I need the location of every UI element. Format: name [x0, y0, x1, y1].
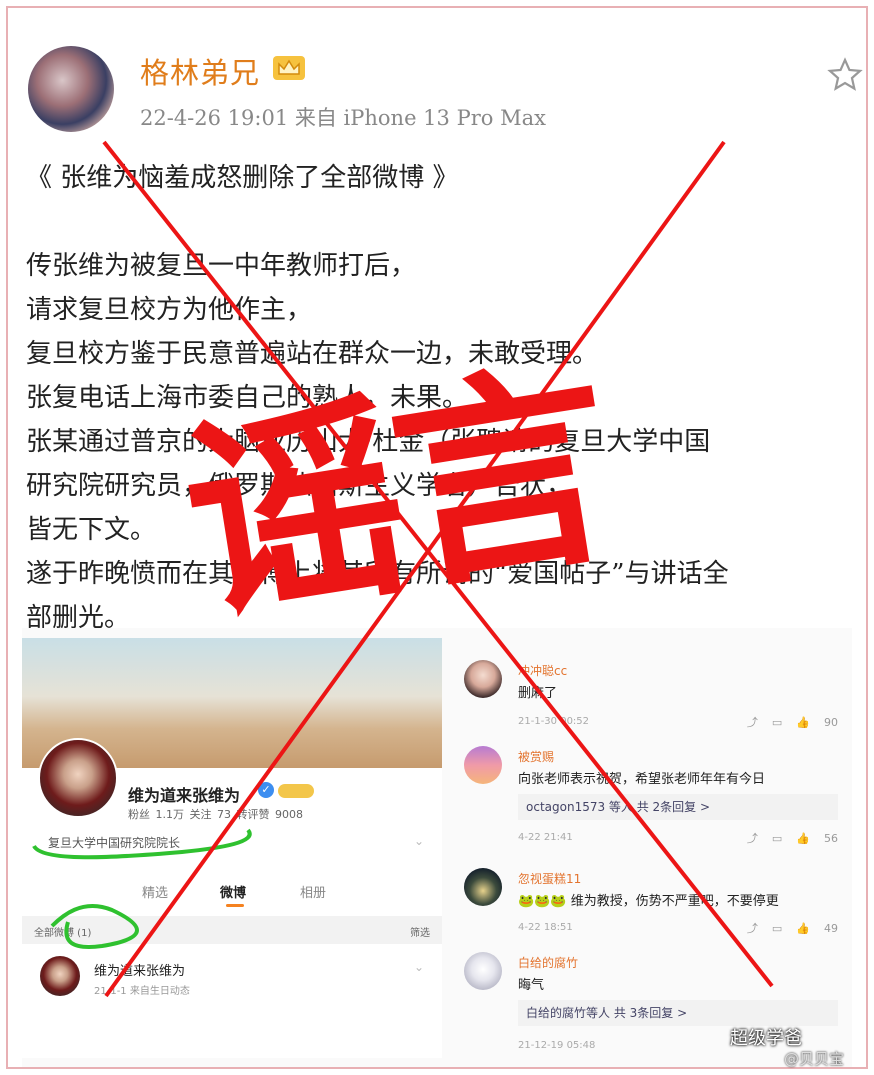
commenter-name[interactable]: 冲冲聪cc	[518, 662, 567, 679]
comment: 忽视蛋糕11 🐸🐸🐸 维为教授，伤势不严重吧，不要停更 4-22 18:51 ⤴…	[458, 868, 852, 948]
green-annotation	[32, 828, 252, 949]
comment-actions: ⤴ ▭ 👍 90	[733, 714, 838, 730]
commenter-avatar[interactable]	[464, 660, 502, 698]
comment: 冲冲聪cc 删麻了 21-1-30 00:52 ⤴ ▭ 👍 90	[458, 660, 852, 740]
commenter-avatar[interactable]	[464, 952, 502, 990]
verify-icon: ✓	[258, 782, 274, 798]
comment-text: 删麻了	[518, 686, 558, 701]
commenter-avatar[interactable]	[464, 746, 502, 784]
profile-avatar[interactable]	[38, 738, 118, 818]
feed-item-time: 21-1-1 来自生日动态	[94, 986, 190, 997]
comment-time: 4-22 18:51	[518, 922, 573, 933]
post-line: 传张维为被复旦一中年教师打后，	[26, 251, 417, 281]
embedded-screenshot: 维为道来张维为 ✓ 粉丝 1.1万 关注 73 转评赞 9008 复旦大学中国研…	[22, 628, 852, 1067]
reply-summary[interactable]: 白给的腐竹等人 共 3条回复 >	[518, 1000, 838, 1026]
reply-summary[interactable]: octagon1573 等人 共 2条回复 >	[518, 794, 838, 820]
post-line: 《 张维为恼羞成怒删除了全部微博 》	[26, 163, 459, 193]
like-icon[interactable]: 👍	[796, 716, 810, 729]
post-line-blank	[26, 200, 856, 244]
rumor-stamp: 谣言	[168, 338, 624, 655]
comment-text: 晦气	[518, 978, 545, 993]
reply-icon[interactable]: ▭	[772, 832, 782, 845]
comment-actions: ⤴ ▭ 👍 49	[733, 920, 838, 936]
tab-album[interactable]: 相册	[300, 882, 326, 901]
comment-time: 21-12-19 05:48	[518, 1040, 596, 1051]
like-icon[interactable]: 👍	[796, 922, 810, 935]
share-icon[interactable]: ⤴	[747, 716, 758, 729]
filter-button[interactable]: 筛选	[410, 924, 430, 939]
comment-text: 向张老师表示祝贺，希望张老师年年有今日	[518, 772, 766, 787]
watermark-main: 超级学爸	[730, 1028, 802, 1049]
commenter-avatar[interactable]	[464, 868, 502, 906]
commenter-name[interactable]: 白给的腐竹	[518, 954, 578, 971]
like-icon[interactable]: 👍	[796, 832, 810, 845]
watermark-sub: @贝贝宝	[784, 1050, 845, 1068]
reply-icon[interactable]: ▭	[772, 922, 782, 935]
like-count: 90	[824, 716, 838, 729]
author-name[interactable]: 格林弟兄	[140, 50, 260, 92]
share-icon[interactable]: ⤴	[747, 922, 758, 935]
comment-actions: ⤴ ▭ 👍 56	[733, 830, 838, 846]
comment: 被赏赐 向张老师表示祝贺，希望张老师年年有今日 octagon1573 等人 共…	[458, 746, 852, 866]
star-icon[interactable]	[826, 56, 864, 94]
post-line: 请求复旦校方为他作主，	[26, 295, 313, 325]
comment-list: 冲冲聪cc 删麻了 21-1-30 00:52 ⤴ ▭ 👍 90 被赏赐 向张老师表示…	[458, 650, 852, 1067]
profile-name[interactable]: 维为道来张维为	[128, 782, 240, 806]
profile-screenshot: 维为道来张维为 ✓ 粉丝 1.1万 关注 73 转评赞 9008 复旦大学中国研…	[22, 638, 442, 1058]
comment-time: 4-22 21:41	[518, 832, 573, 843]
like-count: 49	[824, 922, 838, 935]
author-avatar[interactable]	[28, 46, 114, 132]
chevron-down-icon[interactable]: ⌄	[414, 834, 424, 848]
reply-icon[interactable]: ▭	[772, 716, 782, 729]
commenter-name[interactable]: 被赏赐	[518, 748, 554, 765]
chevron-down-icon[interactable]: ⌄	[414, 960, 424, 974]
comment-text: 🐸🐸🐸 维为教授，伤势不严重吧，不要停更	[518, 894, 779, 909]
comment-time: 21-1-30 00:52	[518, 716, 590, 727]
like-count: 56	[824, 832, 838, 845]
commenter-name[interactable]: 忽视蛋糕11	[518, 870, 581, 887]
post-meta: 22-4-26 19:01 来自 iPhone 13 Pro Max	[140, 106, 546, 130]
share-icon[interactable]: ⤴	[747, 832, 758, 845]
crown-icon	[273, 56, 305, 80]
vip-badge	[278, 784, 314, 798]
